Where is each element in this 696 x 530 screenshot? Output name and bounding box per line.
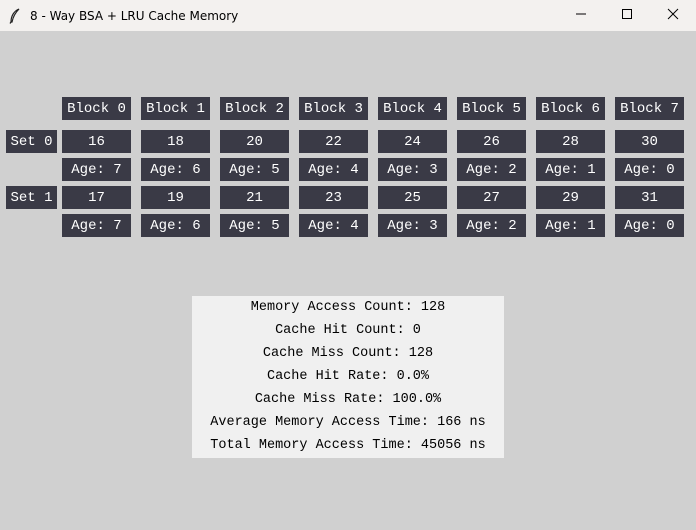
block-age: Age: 3	[378, 214, 447, 237]
minimize-icon	[575, 7, 587, 25]
cache-miss-rate: Cache Miss Rate: 100.0%	[254, 392, 442, 407]
cache-block-value: 23	[299, 186, 368, 209]
block-header: Block 6	[536, 97, 605, 120]
block-header: Block 1	[141, 97, 210, 120]
title-bar: 8 - Way BSA + LRU Cache Memory	[0, 0, 696, 31]
cache-block-value: 21	[220, 186, 289, 209]
block-age: Age: 2	[457, 158, 526, 181]
cache-block-value: 24	[378, 130, 447, 153]
block-header: Block 3	[299, 97, 368, 120]
average-memory-access-time: Average Memory Access Time: 166 ns	[210, 415, 486, 430]
maximize-icon	[621, 7, 633, 25]
cache-block-value: 19	[141, 186, 210, 209]
memory-access-count: Memory Access Count: 128	[250, 300, 446, 315]
cache-block-value: 30	[615, 130, 684, 153]
cache-block-value: 27	[457, 186, 526, 209]
cache-hit-count: Cache Hit Count: 0	[275, 323, 421, 338]
block-age: Age: 0	[615, 214, 684, 237]
block-age: Age: 6	[141, 158, 210, 181]
block-age: Age: 1	[536, 214, 605, 237]
cache-block-value: 16	[62, 130, 131, 153]
cache-hit-rate: Cache Hit Rate: 0.0%	[266, 369, 430, 384]
block-age: Age: 1	[536, 158, 605, 181]
maximize-button[interactable]	[604, 0, 650, 31]
block-age: Age: 6	[141, 214, 210, 237]
cache-block-value: 26	[457, 130, 526, 153]
block-header: Block 4	[378, 97, 447, 120]
set-label: Set 1	[6, 186, 57, 209]
block-header: Block 5	[457, 97, 526, 120]
cache-block-value: 25	[378, 186, 447, 209]
cache-block-value: 31	[615, 186, 684, 209]
set-label: Set 0	[6, 130, 57, 153]
cache-block-value: 29	[536, 186, 605, 209]
block-header: Block 2	[220, 97, 289, 120]
close-button[interactable]	[650, 0, 696, 31]
cache-block-value: 17	[62, 186, 131, 209]
close-icon	[667, 7, 679, 25]
cache-block-value: 28	[536, 130, 605, 153]
cache-block-value: 22	[299, 130, 368, 153]
window-title: 8 - Way BSA + LRU Cache Memory	[30, 8, 239, 23]
block-header: Block 7	[615, 97, 684, 120]
cache-block-value: 18	[141, 130, 210, 153]
cache-block-value: 20	[220, 130, 289, 153]
minimize-button[interactable]	[558, 0, 604, 31]
total-memory-access-time: Total Memory Access Time: 45056 ns	[210, 438, 486, 453]
block-age: Age: 7	[62, 158, 131, 181]
block-age: Age: 4	[299, 158, 368, 181]
block-age: Age: 5	[220, 158, 289, 181]
block-age: Age: 3	[378, 158, 447, 181]
block-age: Age: 2	[457, 214, 526, 237]
feather-icon	[6, 7, 24, 25]
block-age: Age: 0	[615, 158, 684, 181]
statistics-panel: Memory Access Count: 128 Cache Hit Count…	[192, 296, 504, 458]
cache-miss-count: Cache Miss Count: 128	[262, 346, 434, 361]
block-age: Age: 5	[220, 214, 289, 237]
block-header: Block 0	[62, 97, 131, 120]
block-age: Age: 4	[299, 214, 368, 237]
block-age: Age: 7	[62, 214, 131, 237]
